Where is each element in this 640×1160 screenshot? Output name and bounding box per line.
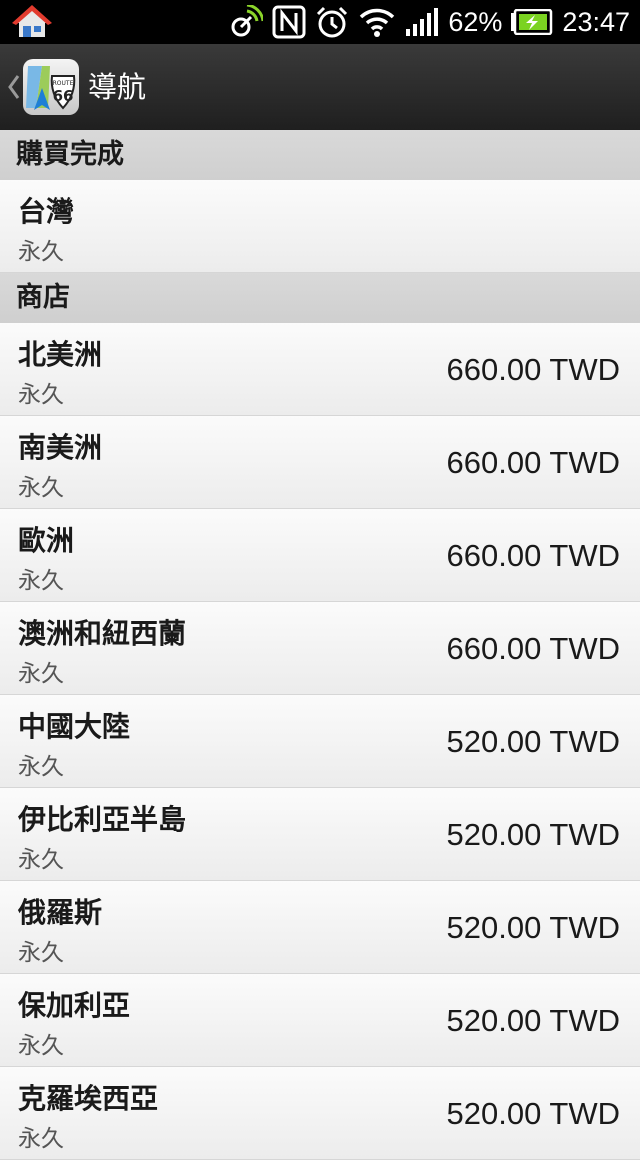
- item-price: 520.00 TWD: [446, 817, 620, 852]
- list-item[interactable]: 克羅埃西亞 永久 520.00 TWD: [0, 1067, 640, 1160]
- cell-signal-icon: [406, 8, 439, 36]
- route-66-navigation-icon[interactable]: ROUTE 66: [22, 58, 80, 116]
- home-icon: [12, 5, 52, 37]
- svg-text:66: 66: [53, 87, 74, 105]
- alarm-icon: [317, 6, 348, 38]
- section-header-purchased: 購買完成: [0, 130, 640, 180]
- list-item[interactable]: 台灣 永久: [0, 180, 640, 273]
- gps-signal-icon: [231, 5, 264, 37]
- item-price: 520.00 TWD: [446, 1003, 620, 1038]
- list-item[interactable]: 南美洲 永久 660.00 TWD: [0, 416, 640, 509]
- list-item[interactable]: 俄羅斯 永久 520.00 TWD: [0, 881, 640, 974]
- item-title: 歐洲: [18, 524, 75, 557]
- item-subtitle: 永久: [18, 754, 64, 780]
- back-chevron-icon[interactable]: [6, 72, 22, 102]
- svg-text:ROUTE: ROUTE: [53, 80, 74, 87]
- item-title: 保加利亞: [18, 989, 131, 1022]
- list-item[interactable]: 歐洲 永久 660.00 TWD: [0, 509, 640, 602]
- item-subtitle: 永久: [18, 1033, 64, 1059]
- item-price: 660.00 TWD: [446, 631, 620, 666]
- item-subtitle: 永久: [18, 475, 64, 501]
- item-subtitle: 永久: [18, 382, 64, 408]
- clock: 23:47: [562, 7, 630, 37]
- battery-percent: 62%: [448, 7, 503, 37]
- list-item[interactable]: 北美洲 永久 660.00 TWD: [0, 323, 640, 416]
- action-bar: ROUTE 66 導航: [0, 44, 640, 131]
- item-title: 澳洲和紐西蘭: [18, 617, 187, 650]
- item-price: 520.00 TWD: [446, 1096, 620, 1131]
- list-item[interactable]: 澳洲和紐西蘭 永久 660.00 TWD: [0, 602, 640, 695]
- item-title: 克羅埃西亞: [18, 1082, 159, 1115]
- map-purchase-list: 購買完成 台灣 永久 商店 北美洲 永久 660.00 TWD 南美洲 永久 6…: [0, 130, 640, 1160]
- item-price: 660.00 TWD: [446, 352, 620, 387]
- item-title: 台灣: [18, 195, 75, 228]
- item-subtitle: 永久: [18, 661, 64, 687]
- item-price: 660.00 TWD: [446, 538, 620, 573]
- page-title: 導航: [88, 70, 147, 104]
- item-title: 北美洲: [18, 338, 103, 371]
- item-price: 520.00 TWD: [446, 724, 620, 759]
- item-price: 660.00 TWD: [446, 445, 620, 480]
- item-subtitle: 永久: [18, 1126, 64, 1152]
- nfc-icon: [272, 5, 306, 39]
- battery-charging-icon: [511, 9, 553, 35]
- list-item[interactable]: 保加利亞 永久 520.00 TWD: [0, 974, 640, 1067]
- section-header-store: 商店: [0, 273, 640, 323]
- item-title: 中國大陸: [18, 710, 131, 743]
- item-subtitle: 永久: [18, 239, 64, 265]
- item-subtitle: 永久: [18, 568, 64, 594]
- item-title: 南美洲: [18, 431, 103, 464]
- item-subtitle: 永久: [18, 847, 64, 873]
- item-title: 俄羅斯: [18, 896, 103, 929]
- list-item[interactable]: 中國大陸 永久 520.00 TWD: [0, 695, 640, 788]
- list-item[interactable]: 伊比利亞半島 永久 520.00 TWD: [0, 788, 640, 881]
- item-subtitle: 永久: [18, 940, 64, 966]
- status-bar: 62% 23:47: [0, 0, 640, 44]
- item-title: 伊比利亞半島: [18, 803, 187, 836]
- item-price: 520.00 TWD: [446, 910, 620, 945]
- wifi-icon: [360, 8, 395, 37]
